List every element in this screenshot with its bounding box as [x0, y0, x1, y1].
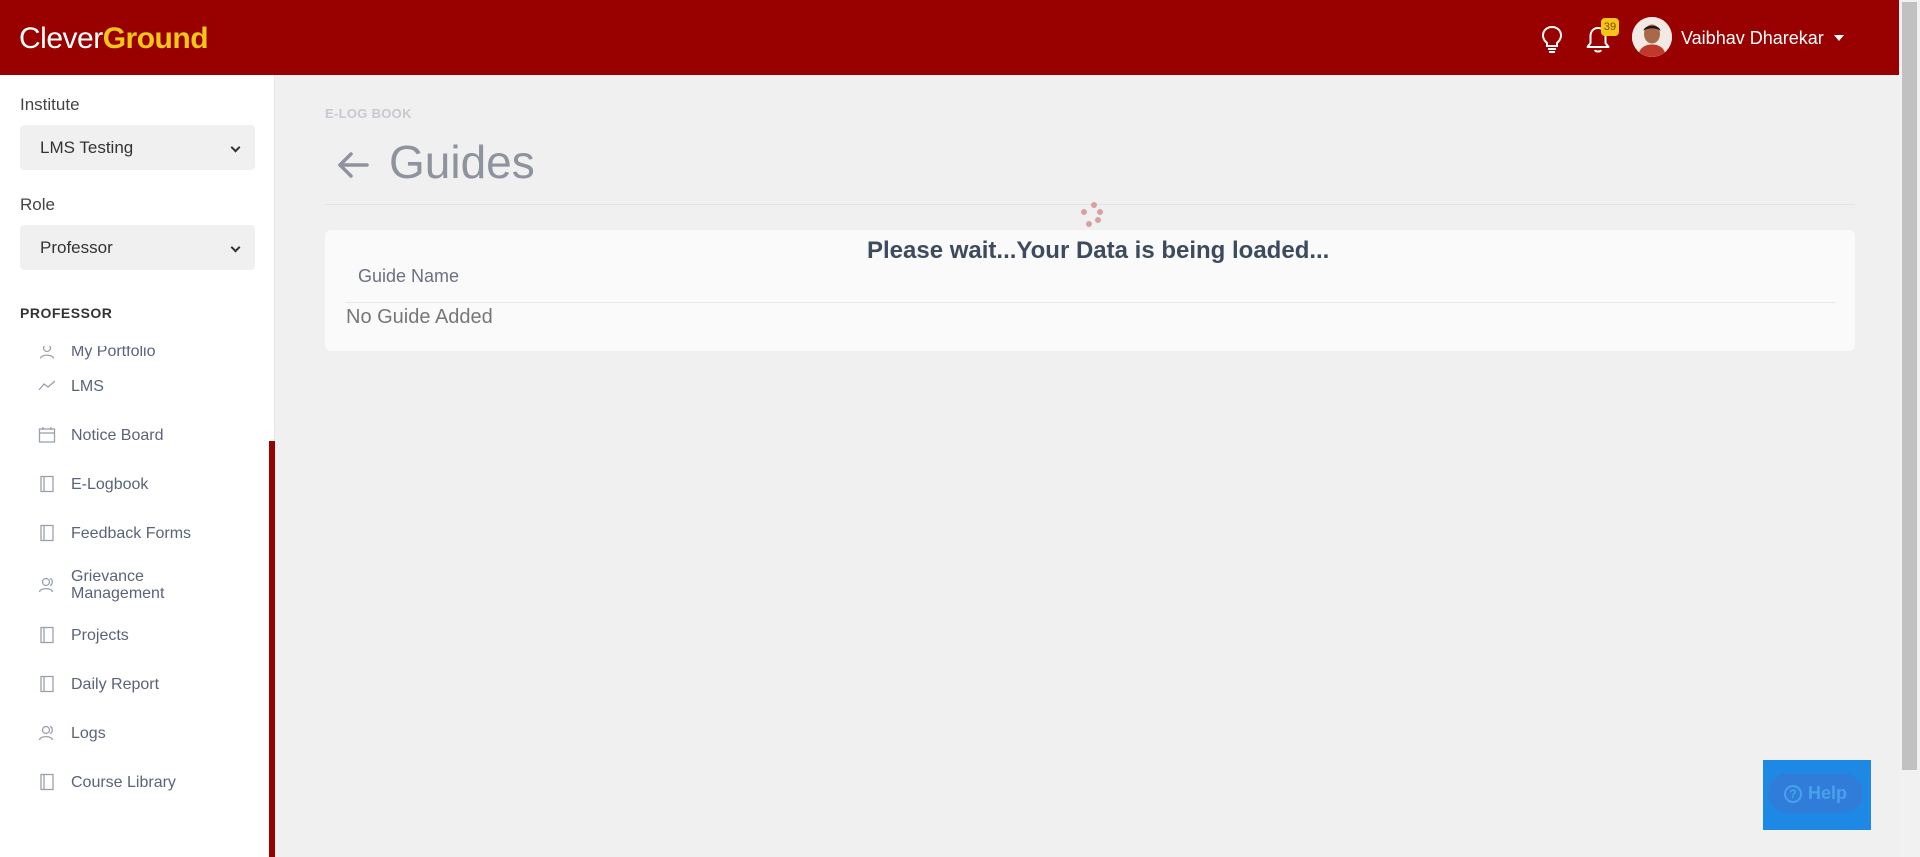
user-avatar[interactable] [1632, 17, 1672, 57]
sidebar-section-title: PROFESSOR [20, 305, 113, 321]
top-navbar: CleverGround 39 Vaibhav Dharekar [0, 0, 1899, 75]
empty-state-message: No Guide Added [346, 306, 493, 328]
user-name[interactable]: Vaibhav Dharekar [1681, 27, 1824, 49]
sidebar-item-logs[interactable]: Logs [38, 713, 258, 753]
column-header-guide-name: Guide Name [358, 266, 460, 286]
book-icon [40, 475, 54, 493]
book-icon [40, 773, 54, 791]
institute-value: LMS Testing [40, 138, 134, 157]
caret-down-icon[interactable] [1834, 35, 1844, 41]
breadcrumb[interactable]: E-LOG BOOK [325, 106, 412, 121]
institute-select[interactable]: LMS Testing [20, 125, 255, 170]
question-icon: ? [1784, 785, 1802, 804]
table-divider [345, 302, 1835, 303]
person-icon [39, 346, 55, 359]
cleverground-logo[interactable]: CleverGround [19, 20, 209, 58]
page-scrollbar-thumb[interactable] [1902, 2, 1917, 770]
sidebar-item-notice-board[interactable]: Notice Board [38, 415, 258, 455]
sidebar: Institute LMS Testing Role Professor PRO… [0, 75, 275, 857]
user-group-icon [38, 577, 54, 592]
arrow-left-icon[interactable] [336, 150, 370, 180]
role-value: Professor [40, 238, 113, 257]
sidebar-item-feedback-forms[interactable]: Feedback Forms [38, 513, 258, 553]
user-group-icon [38, 725, 54, 741]
sidebar-scrollbar[interactable] [269, 441, 275, 857]
loading-spinner-icon [1081, 202, 1103, 227]
trend-icon [38, 380, 56, 391]
chevron-down-icon [230, 142, 241, 153]
sidebar-item-daily-report[interactable]: Daily Report [38, 664, 258, 704]
loading-message: Please wait...Your Data is being loaded.… [867, 237, 1330, 264]
sidebar-item-lms[interactable]: LMS [38, 366, 258, 406]
page-title: Guides [389, 136, 535, 188]
role-select[interactable]: Professor [20, 225, 255, 270]
calendar-icon [38, 427, 56, 443]
book-icon [40, 675, 54, 693]
sidebar-item-course-library[interactable]: Course Library [38, 762, 258, 802]
role-label: Role [20, 195, 55, 214]
book-icon [40, 626, 54, 644]
chevron-down-icon [230, 242, 241, 253]
help-button[interactable]: ? Help [1768, 773, 1863, 813]
sidebar-item-projects[interactable]: Projects [38, 615, 258, 655]
lightbulb-icon[interactable] [1539, 24, 1565, 54]
sidebar-menu: My Portfolio LMS Notice Board E-Logbook … [0, 346, 268, 857]
notification-count-badge: 39 [1601, 18, 1619, 36]
sidebar-item-grievance-management[interactable]: Grievance Management [38, 562, 258, 607]
sidebar-item-e-logbook[interactable]: E-Logbook [38, 464, 258, 504]
institute-label: Institute [20, 95, 80, 114]
book-icon [40, 524, 54, 542]
